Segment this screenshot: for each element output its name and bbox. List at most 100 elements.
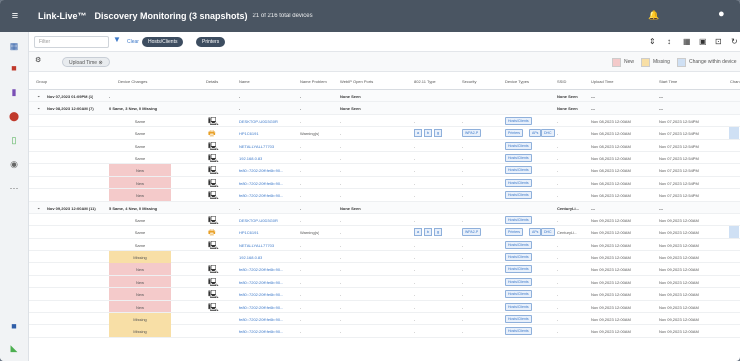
- device-type-tag[interactable]: Hosts/Clients: [505, 253, 532, 262]
- analytics-icon[interactable]: ▮: [8, 86, 20, 98]
- device-name-link[interactable]: DESKTOP-U0D3G0R: [239, 218, 278, 223]
- table-row[interactable]: Same 🖶 HP1C6191 Warning(s) - a b g WPA2-P Printer…: [29, 127, 740, 140]
- device-type-tag[interactable]: Hosts/Clients: [505, 116, 532, 125]
- col-details[interactable]: Details: [206, 79, 218, 84]
- table-row[interactable]: Same 🖶 HP1C6191 Warning(s) - a b g WPA2-P Printer…: [29, 226, 740, 239]
- device-name-link[interactable]: HP1C6191: [239, 230, 259, 235]
- filter-chip-hosts[interactable]: Hosts/Clients: [142, 37, 184, 47]
- device-name-link[interactable]: NETALLYALL77703: [239, 243, 274, 248]
- table-row[interactable]: Missing fe80::7202:20ff:fe6b:90... - - - - Hos…: [29, 325, 740, 338]
- reports-icon[interactable]: ■: [8, 62, 20, 74]
- refresh-icon[interactable]: ↻: [731, 37, 738, 46]
- mini-tag-b[interactable]: b: [424, 228, 432, 237]
- table-row[interactable]: Same 🖳 NETALLYALL77703- - - - Hosts/Clients - No…: [29, 140, 740, 152]
- mini-tag-g[interactable]: g: [434, 129, 442, 138]
- device-name-link[interactable]: fe80::7202:20ff:fe6b:90...: [239, 280, 283, 285]
- table-row[interactable]: New 🖳 fe80::7202:20ff:fe6b:90... - - - - Hosts/…: [29, 164, 740, 177]
- device-name-link[interactable]: fe80::7202:20ff:fe6b:90...: [239, 168, 283, 173]
- table-row[interactable]: Same 🖳 DESKTOP-U0D3G0R - - - - Hosts/Clients - No…: [29, 115, 740, 128]
- bell-icon[interactable]: 🔔: [648, 10, 659, 21]
- table-row[interactable]: New 🖳 fe80::7202:20ff:fe6b:90... - - - - Hosts/…: [29, 176, 740, 190]
- table-row[interactable]: New 🖳 fe80::7202:20ff:fe6b:90... - - - - Hosts/…: [29, 300, 740, 314]
- col-80211-type[interactable]: 802.11 Type: [414, 79, 436, 84]
- dashboard-icon[interactable]: ▦: [8, 40, 20, 52]
- device-name-link[interactable]: 192.168.0.83: [239, 255, 262, 260]
- device-type-tag[interactable]: Hosts/Clients: [505, 265, 532, 274]
- type-tag-extra[interactable]: APs: [529, 129, 542, 138]
- table-row[interactable]: New 🖳 fe80::7202:20ff:fe6b:90... - - - - Hosts/…: [29, 275, 740, 289]
- device-name-link[interactable]: fe80::7202:20ff:fe6b:90...: [239, 181, 283, 186]
- filter-chip-printers[interactable]: Printers: [196, 37, 226, 47]
- col-ssid[interactable]: SSID: [557, 79, 566, 84]
- device-name-link[interactable]: DESKTOP-U0D3G0R: [239, 119, 278, 124]
- col-chan[interactable]: Chan: [730, 79, 740, 84]
- type-tag-extra[interactable]: DHC: [541, 228, 555, 237]
- device-type-tag[interactable]: Hosts/Clients: [505, 166, 532, 175]
- device-name-link[interactable]: NETALLYALL77703: [239, 144, 274, 149]
- table-row[interactable]: Missing fe80::7202:20ff:fe6b:90... - - - - Hos…: [29, 313, 740, 326]
- expand-chevron-icon[interactable]: ⌄: [37, 105, 40, 110]
- col-start-time[interactable]: Start Time: [659, 79, 677, 84]
- mini-tag-g[interactable]: g: [434, 228, 442, 237]
- device-type-tag[interactable]: Hosts/Clients: [505, 327, 532, 336]
- col-device-types[interactable]: Device Types: [505, 79, 529, 84]
- device-name-link[interactable]: fe80::7202:20ff:fe6b:90...: [239, 292, 283, 297]
- table-row[interactable]: New 🖳 fe80::7202:20ff:fe6b:90... - - - - Hosts/…: [29, 288, 740, 301]
- mini-tag-a[interactable]: a: [414, 129, 422, 138]
- device-name-link[interactable]: fe80::7202:20ff:fe6b:90...: [239, 305, 283, 310]
- group-row[interactable]: ⌄ Nov 08,2023 12:00AM (7) 0 Same, 3 New, 0…: [29, 102, 740, 115]
- col-name[interactable]: Name: [239, 79, 250, 84]
- type-tag-extra[interactable]: DHC: [541, 129, 555, 138]
- type-tag-extra[interactable]: APs: [529, 228, 542, 237]
- table-row[interactable]: New 🖳 fe80::7202:20ff:fe6b:90... - - - - Hosts/…: [29, 263, 740, 276]
- save-icon[interactable]: ▣: [699, 37, 707, 46]
- table-row[interactable]: Same 🖳 192.168.0.83- - - - Hosts/Clients - Nov 0…: [29, 152, 740, 165]
- device-type-tag[interactable]: Hosts/Clients: [505, 215, 532, 224]
- clear-filter-link[interactable]: Clear: [127, 39, 139, 45]
- eye-icon[interactable]: ◉: [8, 158, 20, 170]
- device-name-link[interactable]: HP1C6191: [239, 131, 259, 136]
- security-tag[interactable]: WPA2-P: [462, 228, 482, 237]
- filter-icon[interactable]: ▼: [113, 35, 121, 44]
- table-row[interactable]: Same 🖳 NETALLYALL77703- - - - Hosts/Clients - No…: [29, 239, 740, 252]
- device-type-tag[interactable]: Hosts/Clients: [505, 153, 532, 162]
- device-name-link[interactable]: 192.168.0.83: [239, 156, 262, 161]
- settings-icon[interactable]: ⚙: [35, 56, 41, 64]
- table-row[interactable]: New 🖳 fe80::7202:20ff:fe6b:90... - - - - Hosts/…: [29, 189, 740, 202]
- device-name-link[interactable]: fe80::7202:20ff:fe6b:90...: [239, 193, 283, 198]
- col-device-changes[interactable]: Device Changes: [118, 79, 147, 84]
- device-name-link[interactable]: fe80::7202:20ff:fe6b:90...: [239, 329, 283, 334]
- device-type-tag[interactable]: Hosts/Clients: [505, 315, 532, 324]
- device-name-link[interactable]: fe80::7202:20ff:fe6b:90...: [239, 267, 283, 272]
- col-name-problem[interactable]: Name Problem: [300, 79, 327, 84]
- device-type-tag[interactable]: Hosts/Clients: [505, 191, 532, 200]
- device-type-tag[interactable]: Hosts/Clients: [505, 290, 532, 299]
- expand-chevron-icon[interactable]: ⌄: [37, 93, 40, 98]
- group-chip-upload-time[interactable]: Upload Time ⊗: [62, 57, 110, 67]
- device-icon[interactable]: ▯: [8, 134, 20, 146]
- device-type-tag[interactable]: Hosts/Clients: [505, 178, 532, 187]
- grid-icon[interactable]: ▦: [683, 37, 691, 46]
- filter-input[interactable]: Filter: [34, 36, 109, 48]
- group-row[interactable]: ⌄ Nov 09,2023 12:00AM (11) 5 Same, 4 New, …: [29, 201, 740, 214]
- device-type-tag[interactable]: Printers: [505, 228, 524, 237]
- more-icon[interactable]: ⋯: [8, 182, 20, 194]
- device-type-tag[interactable]: Hosts/Clients: [505, 302, 532, 311]
- device-type-tag[interactable]: Hosts/Clients: [505, 277, 532, 286]
- expand-icon[interactable]: ↕: [667, 37, 671, 46]
- col-security[interactable]: Security: [462, 79, 476, 84]
- col-webip-open-ports[interactable]: WebIP Open Ports: [340, 79, 373, 84]
- help-icon[interactable]: ■: [8, 320, 20, 332]
- device-type-tag[interactable]: Hosts/Clients: [505, 240, 532, 249]
- device-type-tag[interactable]: Hosts/Clients: [505, 141, 532, 150]
- group-row[interactable]: ⌄ Nov 07,2023 01:09PM (1) - - - None Seen None…: [29, 90, 740, 103]
- expand-chevron-icon[interactable]: ⌄: [37, 205, 40, 210]
- user-icon[interactable]: ●: [718, 8, 725, 20]
- location-icon[interactable]: ⬤: [8, 110, 20, 122]
- table-row[interactable]: Same 🖳 DESKTOP-U0D3G0R - - - - Hosts/Clients - No…: [29, 214, 740, 227]
- device-type-tag[interactable]: Printers: [505, 129, 524, 138]
- signal-icon[interactable]: ◣: [8, 342, 20, 354]
- sort-icon[interactable]: ⇕: [649, 37, 656, 46]
- mini-tag-a[interactable]: a: [414, 228, 422, 237]
- hamburger-menu-icon[interactable]: ≡: [0, 10, 30, 22]
